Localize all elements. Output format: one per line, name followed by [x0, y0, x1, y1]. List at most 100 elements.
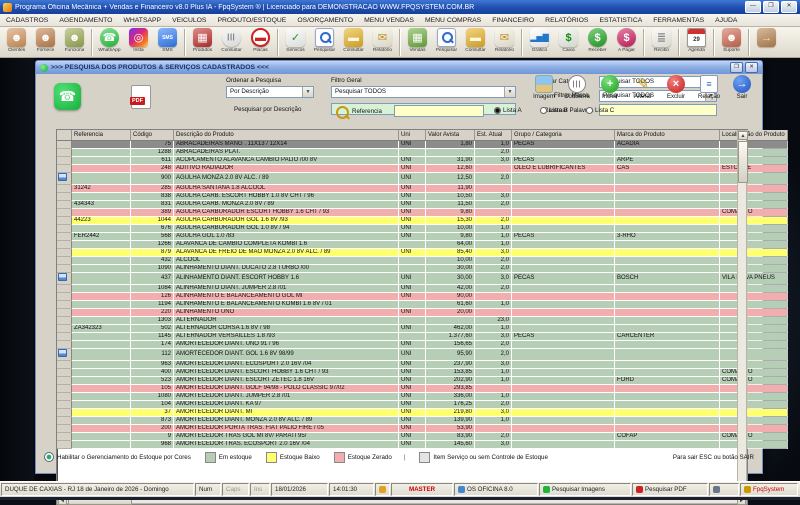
- toolbar-button-whatsapp[interactable]: ☎WhatsApp: [95, 28, 124, 57]
- toolbar-button-vendas[interactable]: ▦Vendas: [403, 28, 432, 57]
- menu-item-menu-vendas[interactable]: MENU VENDAS: [364, 17, 414, 24]
- table-row[interactable]: 968AMORTECEDOR TRAS. ECOSPORT 2.0 16V /0…: [57, 441, 788, 449]
- toolbar-button-x[interactable]: →: [752, 28, 781, 57]
- toolbar-button-consultar[interactable]: |||Consultar: [217, 28, 246, 57]
- column-header-referencia[interactable]: Referencia: [72, 130, 131, 141]
- table-row[interactable]: 220ALINHAMENTO UNOUNI20,00: [57, 309, 788, 317]
- column-header-est-atual[interactable]: Est. Atual: [475, 130, 512, 141]
- toolbar-button-suporte[interactable]: ☻Suporte: [717, 28, 746, 57]
- table-row[interactable]: 126ALINHAMENTO E BALANCEAMENTO GOL MIUNI…: [57, 293, 788, 301]
- table-row[interactable]: 838AGULHA CARB. ESCORT HOBBY 1.0 8V CHT …: [57, 193, 788, 201]
- table-row[interactable]: 1266ALAVANCA DE CAMBIO COMPLETA KOMBI 1.…: [57, 241, 788, 249]
- table-row[interactable]: 437ALINHAMENTO DIANT. ESCORT HOBBY 1.6UN…: [57, 273, 788, 285]
- table-row[interactable]: 1194ALINHAMENTO E BALANCEAMENTO KOMBI 1.…: [57, 301, 788, 309]
- table-row[interactable]: 248ADITIVO RADIADORUNI12,60OLEO E LUBRIF…: [57, 165, 788, 173]
- table-row[interactable]: 75ABRACADEIRAS MANG . 11X13 / 12X14UNI1,…: [57, 141, 788, 149]
- menu-item-veiculos[interactable]: VEICULOS: [172, 17, 206, 24]
- dialog-close-button[interactable]: ✕: [745, 62, 758, 73]
- list-report-button[interactable]: ≡Relação: [693, 75, 725, 100]
- table-row[interactable]: 1084ALINHAMENTO DIANT. JUMPER 2.8 /01UNI…: [57, 285, 788, 293]
- column-header-co-digo[interactable]: Código: [131, 130, 174, 141]
- pdf-export-button[interactable]: [131, 85, 151, 109]
- table-row[interactable]: 1288ABRACADEIRAS PLAT.2,0: [57, 149, 788, 157]
- table-row[interactable]: 873AMORTECEDOR DIANT. MONZA 2.0 8V ALC. …: [57, 417, 788, 425]
- table-row[interactable]: 1145ALTERNADOR VERSAILLES 1.8 /931.377,6…: [57, 333, 788, 341]
- table-row[interactable]: 104AMORTECEDOR DIANT. KA 97UNI176,252,0: [57, 401, 788, 409]
- toolbar-button-recibo[interactable]: ≣Recibo: [647, 28, 676, 57]
- exit-button[interactable]: →Sair: [726, 75, 758, 100]
- menu-item-menu-compras[interactable]: MENU COMPRAS: [425, 17, 481, 24]
- table-row[interactable]: 1090ALINHAMENTO DIANT. DUCATO 2.8 TURBO …: [57, 265, 788, 273]
- list-option-lista-c[interactable]: Lista C: [586, 107, 614, 114]
- menu-item-estatistica[interactable]: ESTATISTICA: [599, 17, 642, 24]
- column-header-descric-a-o-do-produto[interactable]: Descrição do Produto: [174, 130, 399, 141]
- table-row[interactable]: FER2442568AGULHA GOL 1.0 /83UNI9,801,0PE…: [57, 233, 788, 241]
- table-row[interactable]: 31242285AGULHA SANTANA 1.8 ALCOOLUNI11,9…: [57, 185, 788, 193]
- table-row[interactable]: 37AMORTECEDOR DIANT. MIUNI219,803,0: [57, 409, 788, 417]
- table-row[interactable]: 1303ALTERNADOR23,0: [57, 317, 788, 325]
- menu-item-agendamento[interactable]: AGENDAMENTO: [59, 17, 112, 24]
- menu-item-ajuda[interactable]: AJUDA: [715, 17, 737, 24]
- image-button[interactable]: Imagem: [528, 75, 560, 100]
- toolbar-button-servicos[interactable]: ✓Servicos: [281, 28, 310, 57]
- toolbar-button-pesquisar[interactable]: Pesquisar: [310, 28, 339, 57]
- toolbar-button-sms[interactable]: SMSSMS: [153, 28, 182, 57]
- status-segment-fpqsystem[interactable]: FpqSystem: [740, 483, 798, 496]
- status-segment-pesquisar-pdf[interactable]: Pesquisar PDF: [632, 483, 708, 496]
- toolbar-button-relato-rio[interactable]: ✉Relatório: [368, 28, 397, 57]
- restore-button[interactable]: ❐: [763, 1, 779, 13]
- table-row[interactable]: 112AMORTECEDOR DIANT. GOL 1.6 8V 98/99UN…: [57, 349, 788, 361]
- table-row[interactable]: 676AGULHA CARBURADOR GOL 1.0 8V / 94UNI1…: [57, 225, 788, 233]
- table-row[interactable]: 434343831AGULHA CARB. MONZA 2.0 8V / 89U…: [57, 201, 788, 209]
- edit-button[interactable]: ✎Alterar: [627, 75, 659, 100]
- status-segment-pesquisar-imagens[interactable]: Pesquisar Imagens: [539, 483, 631, 496]
- toolbar-button-clientes[interactable]: ☻Clientes: [2, 28, 31, 57]
- toolbar-button-fornece[interactable]: ☻Fornece: [31, 28, 60, 57]
- table-row[interactable]: 432ALCOOL10,002,0: [57, 257, 788, 265]
- table-row[interactable]: 879ALAVANCA DE FREIO DE MAO MONZA 2.0 8V…: [57, 249, 788, 257]
- products-table[interactable]: ReferenciaCódigoDescrição do ProdutoUniV…: [57, 130, 788, 449]
- table-row[interactable]: 1080AMORTECEDOR DIANT. JUMPER 2.8 /01UNI…: [57, 393, 788, 401]
- column-header-valor-avista[interactable]: Valor Avista: [426, 130, 475, 141]
- column-header-grupo-categoria[interactable]: Grupo / Categoria: [512, 130, 615, 141]
- menu-item-ferramentas[interactable]: FERRAMENTAS: [653, 17, 704, 24]
- toolbar-button-pesquisar[interactable]: Pesquisar: [432, 28, 461, 57]
- table-row[interactable]: 200AMORTECEDOR PORTA TRAS. FIAT PALIO FI…: [57, 425, 788, 433]
- column-header-uni[interactable]: Uni: [399, 130, 426, 141]
- table-row[interactable]: 442231044AGULHA CARBURADOR GOL 1.6 8V /9…: [57, 217, 788, 225]
- table-row[interactable]: 400AMORTECEDOR DIANT. ESCORT HOBBY 1.6 C…: [57, 369, 788, 377]
- toolbar-button-caixa[interactable]: $Caixa: [554, 28, 583, 57]
- table-row[interactable]: 523AMORTECEDOR DIANT. ESCORT ZETEC 1.8 1…: [57, 377, 788, 385]
- order-search-select[interactable]: Por Descrição▼: [226, 86, 314, 98]
- dialog-restore-button[interactable]: ❐: [730, 62, 743, 73]
- table-row[interactable]: 105AMORTECEDOR DIANT. GOLF 94/98 - POLO …: [57, 385, 788, 393]
- table-row[interactable]: 611ACOPLAMENTO ALAVANCA CAMBIO PALIO /00…: [57, 157, 788, 165]
- toolbar-button-agenda[interactable]: 29Agenda: [682, 28, 711, 57]
- column-header-localizac-a-o-do-produto[interactable]: Localização do Produto: [720, 130, 788, 141]
- toolbar-button-consultar[interactable]: ▬Consultar: [339, 28, 368, 57]
- toolbar-button-gra-fico[interactable]: ▂▅▇Gráfico: [525, 28, 554, 57]
- toolbar-button-consultar[interactable]: ▬Consultar: [461, 28, 490, 57]
- dialog-title-bar[interactable]: >>> PESQUISA DOS PRODUTOS & SERVIÇOS CAD…: [36, 61, 762, 74]
- menu-item-produto-estoque[interactable]: PRODUTO/ESTOQUE: [217, 17, 286, 24]
- list-option-lista-b[interactable]: Lista B: [540, 107, 568, 114]
- barcode-button[interactable]: |||CodBarra: [561, 75, 593, 100]
- toolbar-button-insta[interactable]: ◎Insta: [124, 28, 153, 57]
- scroll-up-icon[interactable]: ▲: [738, 131, 748, 140]
- toolbar-button-a-pagar[interactable]: $A Pagar: [612, 28, 641, 57]
- toolbar-button-funciona[interactable]: ☻Funciona: [60, 28, 89, 57]
- table-row[interactable]: 963AMORTECEDOR DIANT. ECOSPORT 2.0 16V /…: [57, 361, 788, 369]
- table-row[interactable]: 389AGULHA CARBURADOR ESCORT HOBBY 1.6 CH…: [57, 209, 788, 217]
- menu-item-whatsapp[interactable]: WHATSAPP: [123, 17, 161, 24]
- minimize-button[interactable]: —: [745, 1, 761, 13]
- toolbar-button-produtos[interactable]: ▦Produtos: [188, 28, 217, 57]
- add-button[interactable]: +Incluir: [594, 75, 626, 100]
- list-option-lista-a[interactable]: Lista A: [494, 107, 522, 114]
- vertical-scroll-thumb[interactable]: [738, 141, 748, 183]
- column-header-marca-do-produto[interactable]: Marca do Produto: [615, 130, 720, 141]
- menu-item-os-orc-amento[interactable]: OS/ORÇAMENTO: [297, 17, 353, 24]
- stock-color-toggle[interactable]: Habilitar o Gerenciamento do Estoque por…: [44, 452, 191, 462]
- menu-item-cadastros[interactable]: CADASTROS: [6, 17, 48, 24]
- table-row[interactable]: 174AMORTECEDOR DIANT. UNO 91 / 96UNI156,…: [57, 341, 788, 349]
- whatsapp-share-button[interactable]: ☎: [54, 83, 81, 110]
